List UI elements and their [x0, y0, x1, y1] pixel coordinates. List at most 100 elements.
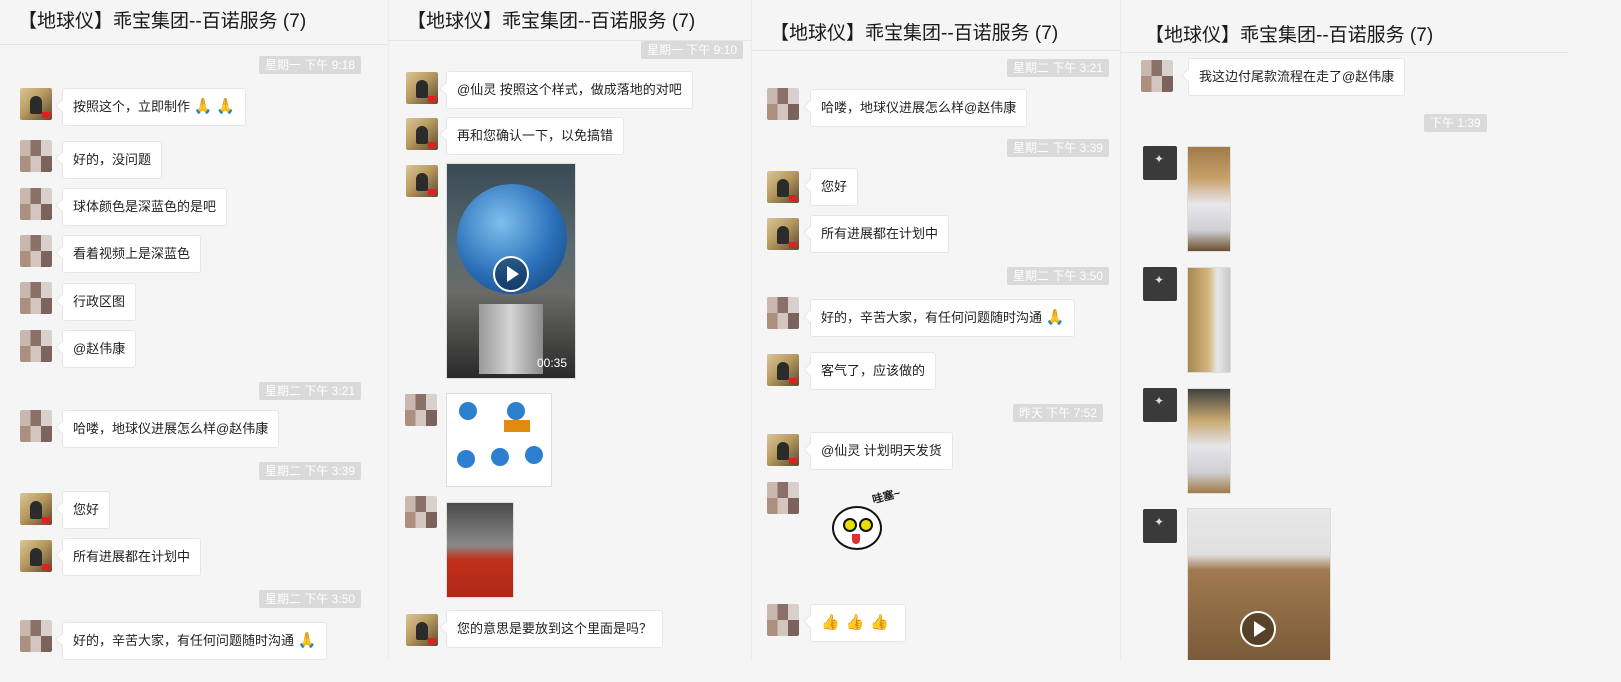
avatar[interactable] — [767, 297, 799, 329]
chat-title: 【地球仪】乖宝集团--百诺服务 (7) — [770, 23, 1059, 44]
message-bubble: 再和您确认一下，以免搞错 — [446, 117, 625, 155]
chat-header: 【地球仪】乖宝集团--百诺服务 (7) — [1121, 0, 1569, 53]
chat-panel-3: 【地球仪】乖宝集团--百诺服务 (7) 星期二 下午 3:21 哈喽，地球仪进展… — [751, 0, 1120, 660]
message-bubble: 看着视频上是深蓝色 — [62, 235, 202, 273]
message-text: 好的，辛苦大家，有任何问题随时沟通 — [73, 633, 295, 648]
sticker-face-icon — [832, 506, 882, 550]
sticker-message[interactable]: 哇塞~ — [828, 487, 908, 558]
avatar[interactable] — [20, 493, 52, 525]
message-bubble: @仙灵 计划明天发货 — [810, 432, 953, 470]
message-bubble: 哈喽，地球仪进展怎么样@赵伟康 — [62, 410, 280, 448]
avatar[interactable] — [405, 496, 437, 528]
message-bubble: 客气了，应该做的 — [810, 352, 937, 390]
message-bubble: @赵伟康 — [62, 330, 137, 368]
video-message[interactable] — [1187, 508, 1331, 660]
message-bubble: 👍👍👍 — [810, 604, 907, 642]
image-message[interactable] — [1187, 388, 1231, 494]
avatar[interactable] — [767, 604, 799, 636]
avatar[interactable] — [1141, 60, 1173, 92]
message-bubble: 所有进展都在计划中 — [810, 215, 950, 253]
chat-header: 【地球仪】乖宝集团--百诺服务 (7) — [389, 0, 751, 41]
image-message[interactable] — [446, 502, 514, 598]
message-bubble: 行政区图 — [62, 283, 137, 321]
globe-stand — [504, 420, 530, 432]
play-icon[interactable] — [1240, 611, 1276, 647]
avatar[interactable] — [20, 330, 52, 362]
message-bubble: 哈喽，地球仪进展怎么样@赵伟康 — [810, 89, 1028, 127]
avatar[interactable] — [767, 482, 799, 514]
video-message[interactable]: 00:35 — [446, 163, 576, 379]
message-bubble: @仙灵 按照这个样式，做成落地的对吧 — [446, 71, 693, 109]
pray-emoji-icon: 🙏 — [297, 632, 317, 649]
avatar[interactable] — [767, 434, 799, 466]
message-bubble: 我这边付尾款流程在走了@赵伟康 — [1188, 58, 1406, 96]
avatar[interactable] — [767, 354, 799, 386]
message-bubble: 按照这个，立即制作 🙏 🙏 — [62, 88, 246, 126]
video-duration: 00:35 — [536, 356, 567, 370]
avatar[interactable] — [406, 118, 438, 150]
sticker-text: 哇塞~ — [871, 487, 902, 507]
avatar[interactable] — [1143, 267, 1177, 301]
avatar[interactable] — [20, 620, 52, 652]
avatar[interactable] — [1143, 146, 1177, 180]
timestamp: 星期二 下午 3:21 — [259, 382, 362, 400]
avatar[interactable] — [20, 282, 52, 314]
avatar[interactable] — [20, 140, 52, 172]
avatar[interactable] — [406, 72, 438, 104]
avatar[interactable] — [20, 188, 52, 220]
message-text: 按照这个，立即制作 — [73, 99, 191, 114]
globe-thumbnail — [457, 450, 475, 468]
timestamp: 星期一 下午 9:18 — [259, 56, 362, 74]
chat-panel-4: 【地球仪】乖宝集团--百诺服务 (7) 我这边付尾款流程在走了@赵伟康 下午 1… — [1120, 0, 1569, 660]
avatar[interactable] — [405, 394, 437, 426]
message-bubble: 所有进展都在计划中 — [62, 538, 202, 576]
message-text: 好的，辛苦大家，有任何问题随时沟通 — [821, 310, 1043, 325]
timestamp: 昨天 下午 7:52 — [1013, 404, 1104, 422]
avatar[interactable] — [20, 235, 52, 267]
globe-stand — [479, 304, 543, 374]
message-bubble: 球体颜色是深蓝色的是吧 — [62, 188, 228, 226]
chat-header: 【地球仪】乖宝集团--百诺服务 (7) — [752, 0, 1120, 51]
avatar[interactable] — [406, 614, 438, 646]
message-bubble: 好的，没问题 — [62, 141, 163, 179]
timestamp: 星期二 下午 3:39 — [1007, 139, 1110, 157]
message-bubble: 好的，辛苦大家，有任何问题随时沟通 🙏 — [62, 622, 328, 660]
pray-emoji-icon: 🙏 — [215, 98, 235, 115]
timestamp: 星期一 下午 9:10 — [641, 41, 744, 59]
play-icon[interactable] — [493, 256, 529, 292]
timestamp: 星期二 下午 3:50 — [1007, 267, 1110, 285]
globe-thumbnail — [525, 446, 543, 464]
timestamp: 星期二 下午 3:50 — [259, 590, 362, 608]
avatar[interactable] — [1143, 509, 1177, 543]
chat-header: 【地球仪】乖宝集团--百诺服务 (7) — [0, 0, 388, 45]
pray-emoji-icon: 🙏 — [193, 98, 213, 115]
pray-emoji-icon: 🙏 — [1045, 309, 1065, 326]
chat-panel-1: 【地球仪】乖宝集团--百诺服务 (7) 星期一 下午 9:18 按照这个，立即制… — [0, 0, 388, 660]
image-message[interactable] — [1187, 146, 1231, 252]
chat-title: 【地球仪】乖宝集团--百诺服务 (7) — [1145, 25, 1434, 46]
image-message[interactable] — [1187, 267, 1231, 373]
chat-title: 【地球仪】乖宝集团--百诺服务 (7) — [18, 11, 307, 32]
avatar[interactable] — [767, 218, 799, 250]
globe-thumbnail — [459, 402, 477, 420]
message-bubble: 您好 — [62, 491, 111, 529]
avatar[interactable] — [767, 171, 799, 203]
avatar[interactable] — [1143, 388, 1177, 422]
timestamp: 下午 1:39 — [1424, 114, 1487, 132]
avatar[interactable] — [20, 88, 52, 120]
image-message[interactable] — [446, 393, 552, 487]
chat-panel-2: 【地球仪】乖宝集团--百诺服务 (7) 星期一 下午 9:10 @仙灵 按照这个… — [388, 0, 751, 660]
thumbs-up-emoji-icon: 👍👍👍 — [821, 614, 896, 631]
timestamp: 星期二 下午 3:21 — [1007, 59, 1110, 77]
timestamp: 星期二 下午 3:39 — [259, 462, 362, 480]
avatar[interactable] — [20, 540, 52, 572]
message-bubble: 您好 — [810, 168, 859, 206]
avatar[interactable] — [20, 410, 52, 442]
avatar[interactable] — [406, 165, 438, 197]
globe-thumbnail — [507, 402, 525, 420]
message-bubble: 您的意思是要放到这个里面是吗？ — [446, 610, 664, 648]
globe-thumbnail — [491, 448, 509, 466]
avatar[interactable] — [767, 88, 799, 120]
chat-title: 【地球仪】乖宝集团--百诺服务 (7) — [407, 11, 696, 32]
message-bubble: 好的，辛苦大家，有任何问题随时沟通 🙏 — [810, 299, 1076, 337]
